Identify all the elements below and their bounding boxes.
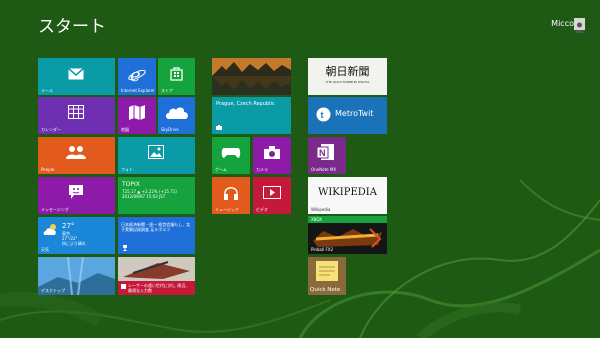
tile-messaging-label: メッセージング (41, 207, 69, 212)
wikipedia-label: Wikipedia (311, 207, 331, 212)
tile-weather-label: 天気 (41, 247, 49, 252)
tile-weather[interactable]: 27° 東京 27°/22° 所により晴れ 天気 (38, 217, 115, 254)
quicknote-label: Quick Note (310, 287, 341, 293)
tile-mail-label: メール (41, 88, 53, 93)
tile-pinball[interactable]: Pinball FX2 (308, 223, 387, 254)
tile-metrotwit[interactable]: t MetroTwit (308, 97, 387, 134)
tile-sports[interactable]: レーサーの遠い世代に対し 周辺、最適な入力数 (118, 257, 195, 295)
xbox-label: XBOX (311, 217, 323, 222)
camera-icon (264, 146, 280, 159)
mail-icon (68, 68, 84, 80)
tile-camera-label: カメラ (256, 167, 268, 172)
svg-text:N: N (319, 148, 326, 158)
tile-finance[interactable]: TOPIX 725.17 ▲ +2.22% (+15.71) 2012/09/0… (118, 177, 195, 214)
tile-photo-wide[interactable] (212, 58, 291, 95)
tile-quicknote[interactable]: Quick Note (308, 257, 346, 295)
trophy-icon (123, 245, 127, 251)
tile-desktop-label: デスクトップ (41, 288, 65, 293)
headphones-icon (224, 187, 238, 200)
tile-onenote[interactable]: N OneNote MX (308, 137, 346, 174)
people-icon (66, 146, 86, 159)
user-avatar-icon[interactable] (574, 18, 585, 33)
tile-skydrive-label: SkyDrive (161, 127, 179, 132)
internet-explorer-icon: e (128, 65, 146, 83)
wikipedia-title: WIKIPEDIA (318, 187, 377, 198)
svg-text:t: t (321, 110, 324, 120)
tile-calendar-label: カレンダー (41, 127, 61, 132)
tile-messaging[interactable]: メッセージング (38, 177, 115, 214)
tile-video[interactable]: ビデオ (253, 177, 291, 214)
messaging-icon (69, 185, 83, 199)
cloud-sun-icon (43, 224, 56, 235)
suitcase-icon (216, 125, 222, 130)
tile-people-label: People (41, 167, 55, 172)
metrotwit-icon: t (316, 107, 331, 122)
video-icon (263, 186, 281, 199)
landscape-photo (212, 58, 291, 95)
tile-store[interactable]: ストア (158, 58, 195, 95)
tile-skydrive[interactable]: SkyDrive (158, 97, 195, 134)
maps-icon (129, 105, 145, 120)
tile-people[interactable]: People (38, 137, 115, 174)
finance-heading: TOPIX (122, 181, 140, 188)
asahi-title: 朝日新聞 (325, 65, 370, 78)
tile-ie-label: Internet Explorer (121, 88, 155, 93)
tile-mail[interactable]: メール (38, 58, 115, 95)
asahi-subtitle: THE ASAHI SHIMBUN DIGITAL (325, 80, 370, 84)
sports-photo (118, 257, 195, 281)
cloud-icon (166, 107, 188, 119)
weather-temp: 27° (62, 222, 75, 230)
tile-onenote-label: OneNote MX (311, 167, 337, 172)
sports-icon (121, 284, 126, 289)
tile-maps-label: 地図 (121, 127, 129, 132)
tile-news[interactable]: 日本経済新聞・週一 経営会議もし、女子実験記録調査 足キボエツ (118, 217, 195, 254)
sticky-note-icon (316, 261, 338, 281)
calendar-icon (68, 105, 84, 119)
tile-travel[interactable]: Prague, Czech Republic (212, 97, 291, 134)
user-name[interactable]: Micco (551, 19, 574, 28)
tile-internet-explorer[interactable]: e Internet Explorer (118, 58, 156, 95)
news-headline: 日本経済新聞・週一 経営会議もし、女子実験記録調査 足キボエツ (121, 222, 191, 232)
tile-music[interactable]: ミュージック (212, 177, 250, 214)
tile-store-label: ストア (161, 88, 173, 93)
tile-video-label: ビデオ (256, 207, 268, 212)
tile-music-label: ミュージック (215, 207, 239, 212)
finance-line2: 2012/09/07 15:03 JST (122, 194, 166, 199)
tile-desktop[interactable]: デスクトップ (38, 257, 115, 295)
tile-games[interactable]: ゲーム (212, 137, 250, 174)
tile-camera[interactable]: カメラ (253, 137, 291, 174)
start-title: スタート (38, 17, 106, 37)
photos-icon (148, 145, 164, 159)
tile-asahi[interactable]: 朝日新聞 THE ASAHI SHIMBUN DIGITAL (308, 58, 387, 95)
tile-photos[interactable]: フォト (118, 137, 195, 174)
onenote-icon: N (317, 144, 334, 160)
sports-headline: レーサーの遠い世代に対し 周辺、最適な入力数 (128, 283, 190, 293)
tile-pinball-label: Pinball FX2 (311, 247, 334, 252)
tile-calendar[interactable]: カレンダー (38, 97, 115, 134)
gamepad-icon (221, 148, 241, 158)
tile-games-label: ゲーム (215, 167, 227, 172)
tile-photos-label: フォト (121, 167, 133, 172)
weather-condition: 所により晴れ (62, 241, 86, 246)
travel-place: Prague, Czech Republic (216, 101, 275, 107)
tile-xbox-bar[interactable]: XBOX (308, 216, 387, 223)
metrotwit-label: MetroTwit (335, 109, 374, 118)
tile-wikipedia[interactable]: WIKIPEDIA Wikipedia (308, 177, 387, 214)
store-icon (170, 67, 183, 81)
tile-maps[interactable]: 地図 (118, 97, 156, 134)
